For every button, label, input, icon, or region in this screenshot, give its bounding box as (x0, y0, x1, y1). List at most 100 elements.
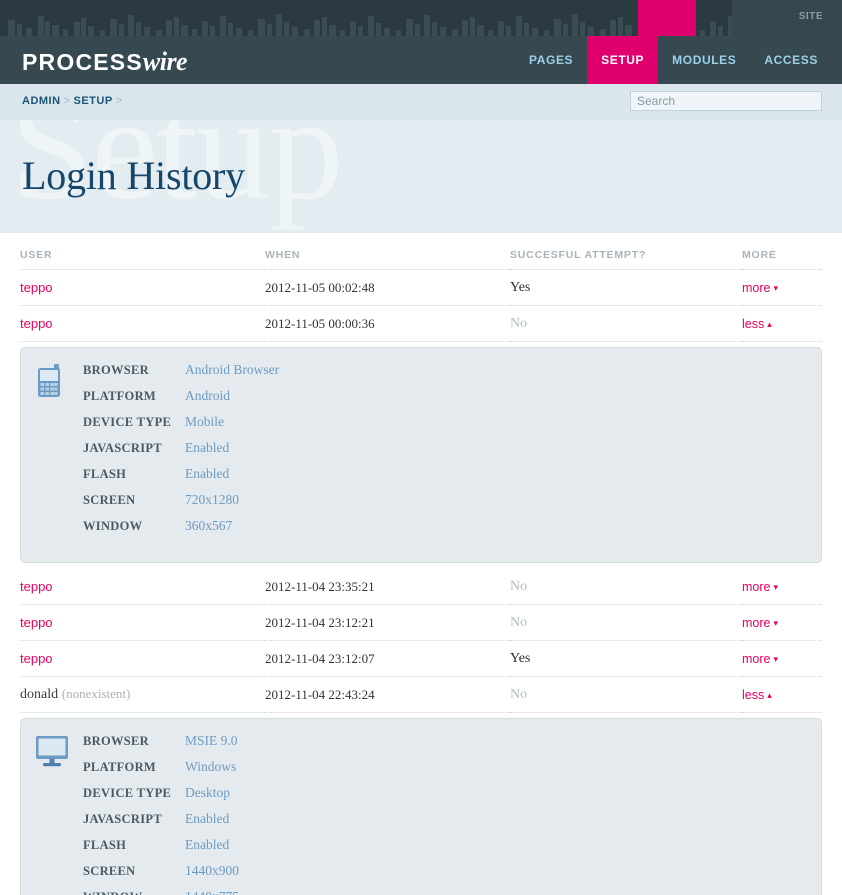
logo-wire-text: wire (142, 47, 188, 76)
processwire-logo[interactable]: PROCESSwire (22, 47, 188, 77)
detail-label: SCREEN (83, 864, 136, 878)
cell-user: teppo (20, 640, 265, 677)
detail-field-list: BROWSER MSIE 9.0 PLATFORM Windows DEVICE… (83, 733, 821, 895)
page-title: Login History (22, 153, 245, 198)
table-row: teppo 2012-11-05 00:00:36 No less ▴ (20, 305, 822, 342)
search-input[interactable] (630, 91, 822, 111)
detail-label: DEVICE TYPE (83, 415, 172, 429)
login-detail-panel-mobile: BROWSER Android Browser PLATFORM Android… (20, 347, 822, 563)
nav-item-pages[interactable]: PAGES (515, 36, 587, 84)
user-link[interactable]: teppo (20, 280, 53, 295)
cell-more: more ▾ (742, 604, 822, 641)
detail-value: Enabled (185, 837, 230, 852)
user-link[interactable]: teppo (20, 615, 53, 630)
detail-label: SCREEN (83, 493, 136, 507)
success-value: No (510, 579, 528, 594)
cell-success: No (510, 305, 742, 342)
site-label[interactable]: SITE (732, 0, 842, 36)
cell-user: teppo (20, 569, 265, 605)
detail-field-list: BROWSER Android Browser PLATFORM Android… (83, 362, 821, 544)
toggle-label: more (742, 616, 771, 630)
detail-value: Mobile (185, 414, 224, 429)
user-link[interactable]: teppo (20, 651, 53, 666)
chevron-up-icon: ▴ (767, 319, 772, 329)
cell-when: 2012-11-04 23:35:21 (265, 569, 510, 605)
user-name: donald (20, 687, 59, 702)
detail-field-window: WINDOW 360x567 (83, 518, 821, 544)
column-header-when[interactable]: WHEN (265, 233, 510, 270)
nav-item-access[interactable]: ACCESS (750, 36, 842, 84)
breadcrumb-item-setup[interactable]: SETUP (74, 95, 113, 107)
toggle-details-link[interactable]: less ▴ (742, 688, 772, 702)
column-header-success[interactable]: SUCCESFUL ATTEMPT? (510, 233, 742, 270)
user-status-note: (nonexistent) (61, 686, 131, 701)
detail-label: PLATFORM (83, 389, 156, 403)
detail-field-browser: BROWSER Android Browser (83, 362, 821, 388)
detail-field-device-type: DEVICE TYPE Desktop (83, 785, 821, 811)
city-skyline-graphic (8, 14, 835, 36)
column-header-more: MORE (742, 233, 822, 270)
detail-label: DEVICE TYPE (83, 786, 172, 800)
detail-label: JAVASCRIPT (83, 441, 162, 455)
desktop-monitor-icon (21, 733, 83, 770)
toggle-details-link[interactable]: more ▾ (742, 281, 778, 295)
user-link[interactable]: teppo (20, 579, 53, 594)
main-navigation: PAGES SETUP MODULES ACCESS (515, 36, 842, 84)
detail-field-javascript: JAVASCRIPT Enabled (83, 440, 821, 466)
table-row: donald (nonexistent) 2012-11-04 22:43:24… (20, 676, 822, 713)
cell-success: No (510, 604, 742, 641)
detail-field-flash: FLASH Enabled (83, 837, 821, 863)
detail-value: 1440x900 (185, 863, 239, 878)
table-row: teppo 2012-11-04 23:35:21 No more ▾ (20, 569, 822, 605)
table-row: teppo 2012-11-04 23:12:07 Yes more ▾ (20, 640, 822, 677)
toggle-label: more (742, 281, 771, 295)
toggle-details-link[interactable]: more ▾ (742, 580, 778, 594)
cell-when: 2012-11-04 23:12:21 (265, 604, 510, 641)
cell-more: more ▾ (742, 569, 822, 605)
detail-field-javascript: JAVASCRIPT Enabled (83, 811, 821, 837)
detail-field-screen: SCREEN 720x1280 (83, 492, 821, 518)
cell-more: less ▴ (742, 676, 822, 713)
cell-when: 2012-11-04 22:43:24 (265, 676, 510, 713)
success-value: No (510, 316, 528, 331)
toggle-label: less (742, 317, 765, 331)
detail-field-platform: PLATFORM Windows (83, 759, 821, 785)
detail-field-window: WINDOW 1440x775 (83, 889, 821, 895)
breadcrumb-item-admin[interactable]: ADMIN (22, 95, 61, 107)
detail-label: PLATFORM (83, 760, 156, 774)
breadcrumb-separator: > (115, 95, 123, 107)
column-header-user[interactable]: USER (20, 233, 265, 270)
detail-field-browser: BROWSER MSIE 9.0 (83, 733, 821, 759)
detail-value: Enabled (185, 440, 230, 455)
detail-label: WINDOW (83, 519, 143, 533)
login-detail-panel-desktop: BROWSER MSIE 9.0 PLATFORM Windows DEVICE… (20, 718, 822, 895)
detail-field-screen: SCREEN 1440x900 (83, 863, 821, 889)
detail-label: JAVASCRIPT (83, 812, 162, 826)
chevron-down-icon: ▾ (773, 283, 779, 293)
nav-item-setup[interactable]: SETUP (587, 36, 659, 84)
mobile-phone-icon (21, 362, 83, 401)
nav-item-modules[interactable]: MODULES (658, 36, 750, 84)
page-title-area: Setup Login History (0, 120, 842, 233)
breadcrumb-strip: ADMIN > SETUP > (0, 84, 842, 120)
toggle-details-link[interactable]: more ▾ (742, 616, 778, 630)
cell-more: more ▾ (742, 640, 822, 677)
detail-value: 360x567 (185, 518, 233, 533)
table-detail-row: BROWSER Android Browser PLATFORM Android… (20, 342, 822, 570)
toggle-details-link[interactable]: more ▾ (742, 652, 778, 666)
content-area: USER WHEN SUCCESFUL ATTEMPT? MORE teppo … (0, 233, 842, 895)
success-value: Yes (510, 651, 531, 666)
detail-value: 720x1280 (185, 492, 239, 507)
detail-field-device-type: DEVICE TYPE Mobile (83, 414, 821, 440)
toggle-details-link[interactable]: less ▴ (742, 317, 772, 331)
detail-value: MSIE 9.0 (185, 733, 238, 748)
success-value: No (510, 615, 528, 630)
cell-success: Yes (510, 640, 742, 677)
success-value: No (510, 687, 528, 702)
user-link[interactable]: teppo (20, 316, 53, 331)
toggle-label: more (742, 652, 771, 666)
breadcrumb: ADMIN > SETUP > (22, 95, 126, 107)
top-skyline-bar: SITE (0, 0, 842, 36)
detail-label: WINDOW (83, 890, 185, 895)
detail-field-flash: FLASH Enabled (83, 466, 821, 492)
